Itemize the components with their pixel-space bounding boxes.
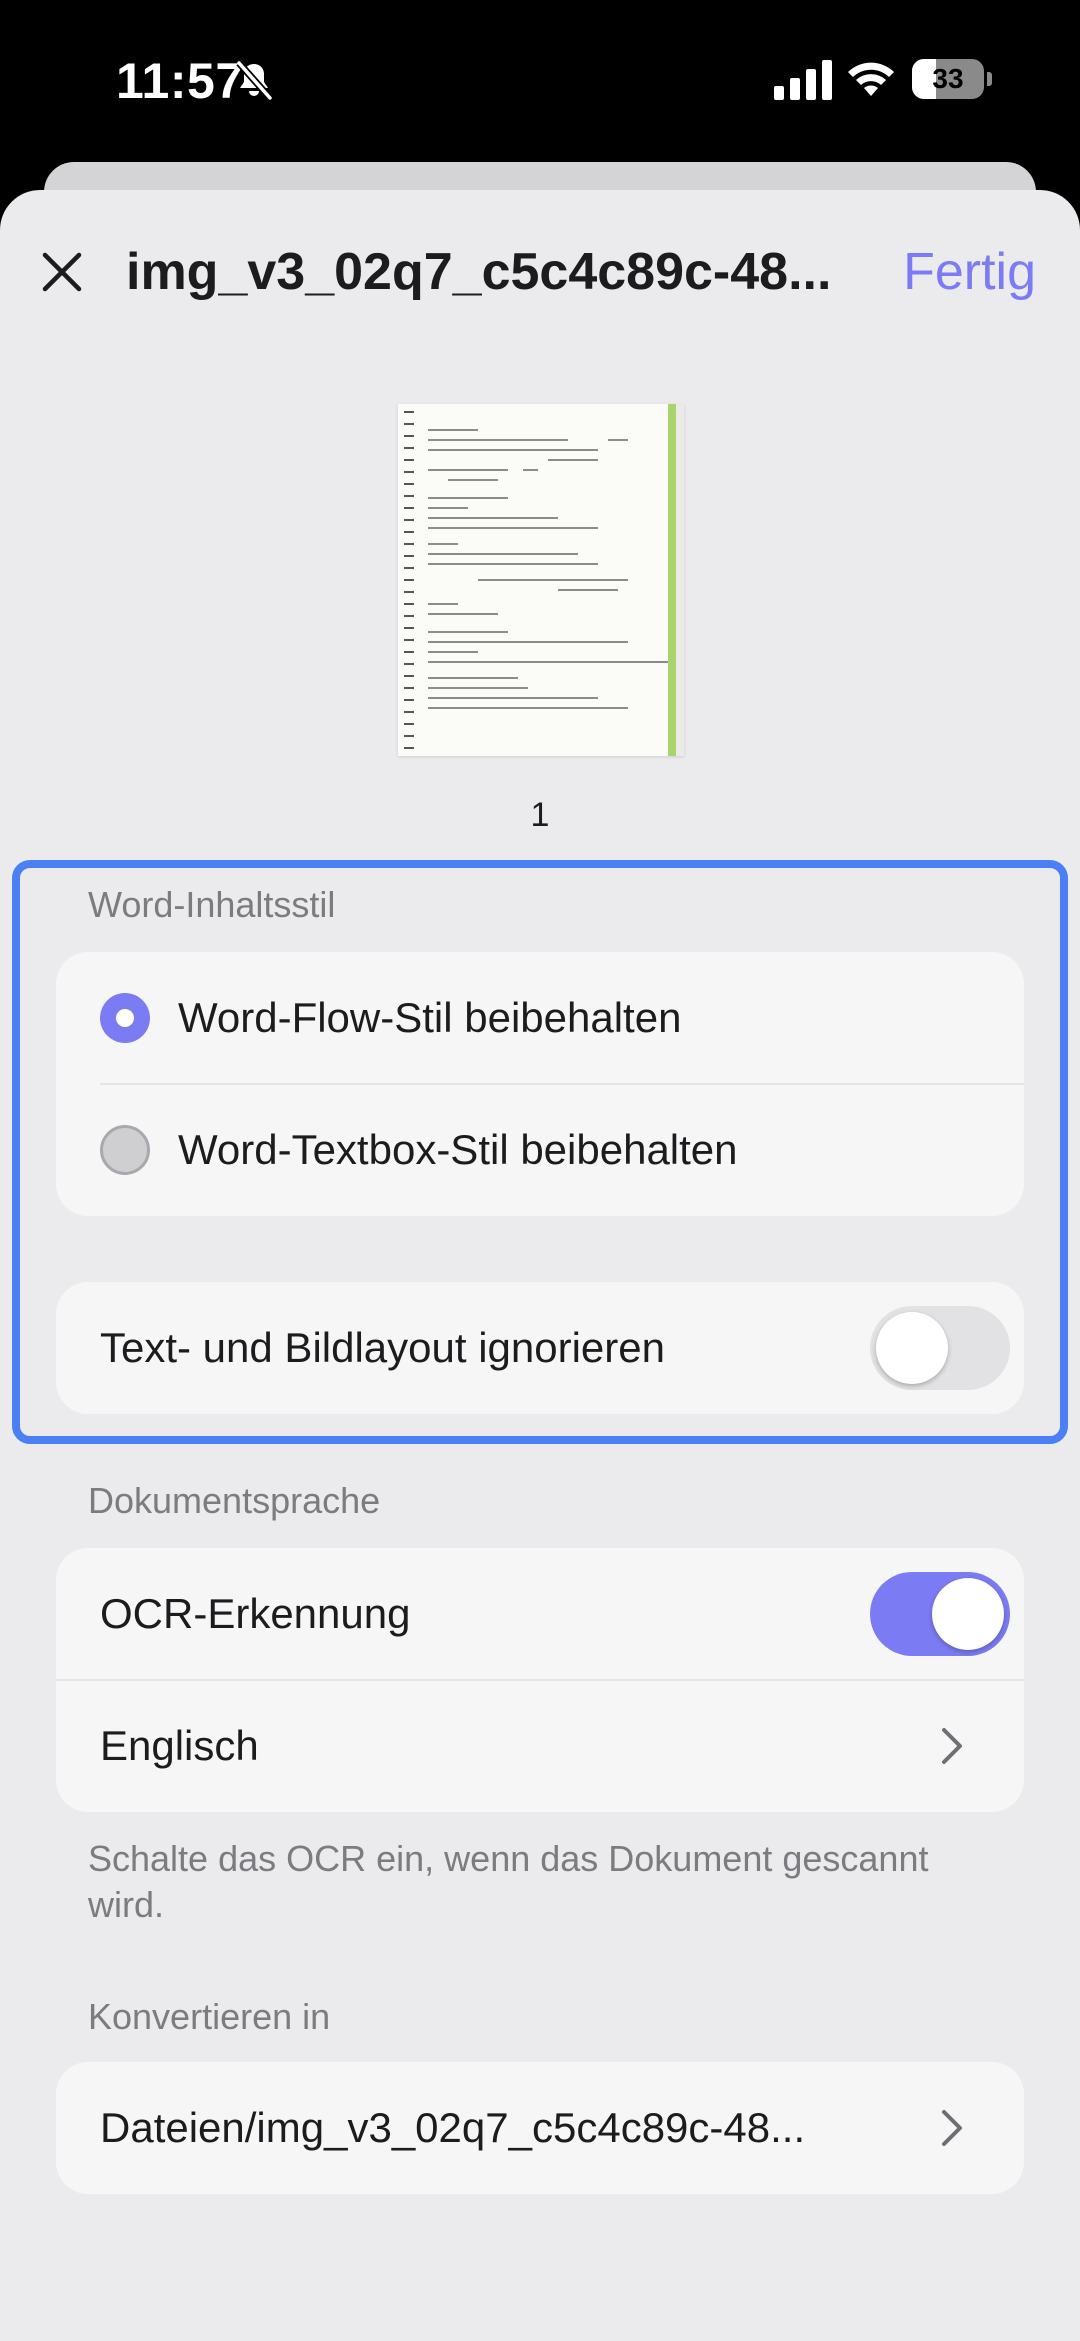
section-label-content-style: Word-Inhaltsstil: [88, 884, 336, 925]
document-thumbnail[interactable]: [398, 404, 684, 756]
ocr-row: OCR-Erkennung: [56, 1548, 1024, 1680]
ignore-layout-label: Text- und Bildlayout ignorieren: [100, 1324, 665, 1371]
ignore-layout-row: Text- und Bildlayout ignorieren: [56, 1282, 1024, 1414]
content-style-options: Word-Flow-Stil beibehalten Word-Textbox-…: [56, 952, 1024, 1216]
ignore-layout-toggle[interactable]: [870, 1306, 1010, 1390]
battery-indicator: 33: [912, 59, 992, 99]
ocr-toggle[interactable]: [870, 1572, 1010, 1656]
option-label: Word-Flow-Stil beibehalten: [178, 994, 682, 1041]
option-label: Word-Textbox-Stil beibehalten: [178, 1126, 738, 1173]
ignore-layout-card: Text- und Bildlayout ignorieren: [56, 1282, 1024, 1414]
bell-slash-icon: [236, 60, 273, 101]
battery-percentage: 33: [932, 63, 964, 94]
ocr-help-text: Schalte das OCR ein, wenn das Dokument g…: [88, 1838, 929, 1925]
status-bar: 11:57 33: [0, 0, 1080, 160]
radio-unselected-icon[interactable]: [100, 1125, 150, 1175]
status-time: 11:57: [116, 53, 244, 109]
page-number: 1: [530, 796, 550, 834]
document-title: img_v3_02q7_c5c4c89c-48...: [126, 243, 832, 301]
close-button[interactable]: [32, 242, 92, 302]
section-label-convert-to: Konvertieren in: [88, 1996, 331, 2037]
chevron-right-icon: [942, 2110, 962, 2146]
destination-path: Dateien/img_v3_02q7_c5c4c89c-48...: [100, 2104, 806, 2151]
close-icon: [42, 252, 82, 292]
language-value: Englisch: [100, 1722, 259, 1769]
radio-selected-icon[interactable]: [100, 993, 150, 1043]
language-select-row[interactable]: Englisch: [56, 1680, 1024, 1812]
chevron-right-icon: [942, 1728, 962, 1764]
handwritten-page-image: [398, 404, 684, 756]
convert-destination-card: Dateien/img_v3_02q7_c5c4c89c-48...: [56, 2062, 1024, 2194]
option-word-flow[interactable]: Word-Flow-Stil beibehalten: [56, 952, 1024, 1084]
wifi-icon: [848, 62, 894, 96]
option-word-textbox[interactable]: Word-Textbox-Stil beibehalten: [56, 1084, 1024, 1216]
done-button[interactable]: Fertig: [903, 236, 1036, 308]
cellular-signal-icon: [774, 60, 832, 100]
ocr-label: OCR-Erkennung: [100, 1590, 411, 1637]
section-label-document-language: Dokumentsprache: [88, 1480, 381, 1521]
conversion-sheet: img_v3_02q7_c5c4c89c-48... Fertig 1 Word…: [0, 190, 1080, 2341]
convert-destination-row[interactable]: Dateien/img_v3_02q7_c5c4c89c-48...: [56, 2062, 1024, 2194]
language-card: OCR-Erkennung Englisch: [56, 1548, 1024, 1812]
